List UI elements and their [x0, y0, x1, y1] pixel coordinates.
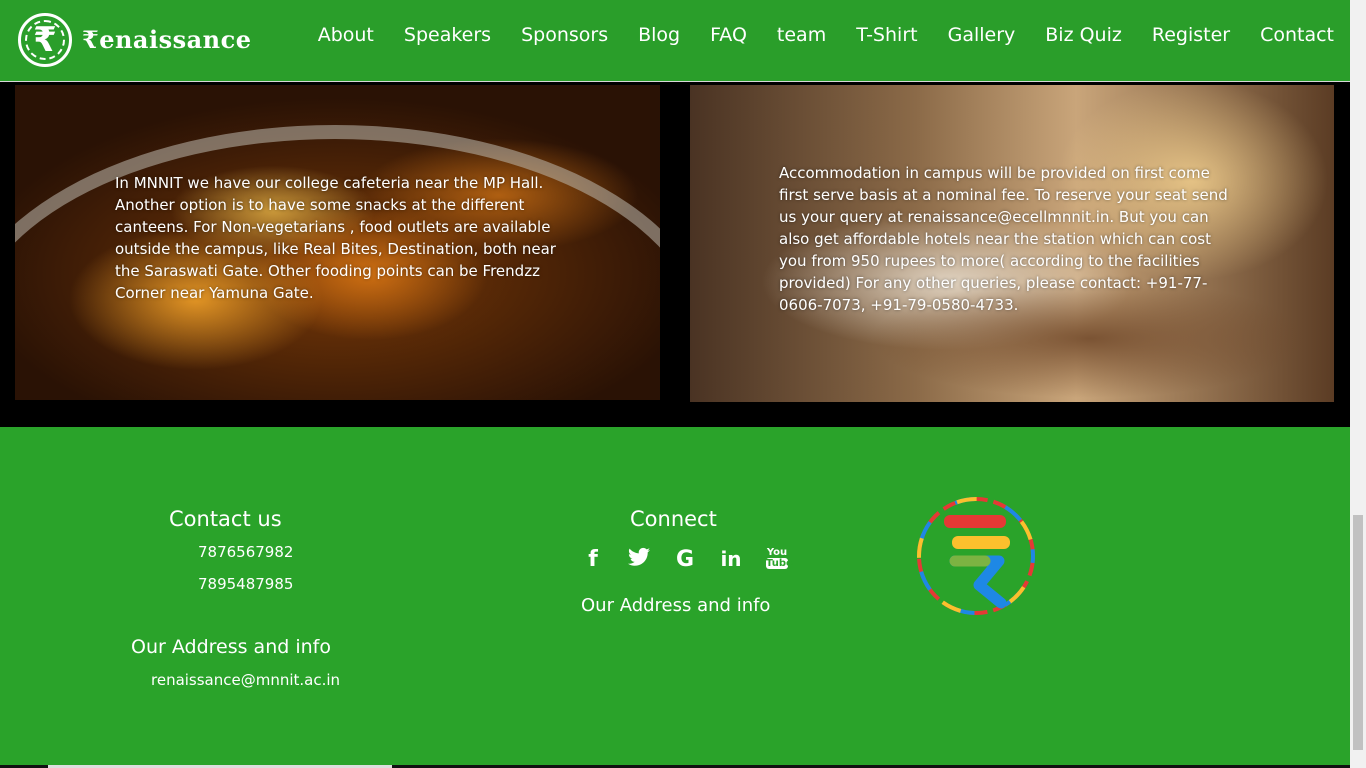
- brand-logo-icon: [917, 497, 1035, 615]
- facebook-icon[interactable]: f: [570, 547, 616, 573]
- nav-tshirt[interactable]: T-Shirt: [856, 24, 917, 46]
- food-panel: In MNNIT we have our college cafeteria n…: [15, 85, 660, 400]
- nav-faq[interactable]: FAQ: [710, 24, 747, 46]
- connect-subheading: Our Address and info: [581, 595, 771, 616]
- page-scrollbar[interactable]: [1350, 0, 1366, 768]
- top-navbar: ₹ ₹enaissance About Speakers Sponsors Bl…: [0, 0, 1350, 82]
- nav-about[interactable]: About: [318, 24, 374, 46]
- nav-contact[interactable]: Contact: [1260, 24, 1334, 46]
- logo-text: ₹enaissance: [82, 25, 252, 54]
- nav-blog[interactable]: Blog: [638, 24, 680, 46]
- food-info-text: In MNNIT we have our college cafeteria n…: [115, 174, 556, 302]
- contact-email[interactable]: renaissance@mnnit.ac.in: [151, 671, 340, 689]
- site-logo[interactable]: ₹ ₹enaissance: [18, 13, 251, 73]
- address-heading: Our Address and info: [131, 636, 331, 658]
- connect-heading: Connect: [630, 507, 717, 531]
- youtube-label-top: You: [766, 547, 788, 558]
- linkedin-icon[interactable]: in: [708, 547, 754, 573]
- nav-register[interactable]: Register: [1152, 24, 1230, 46]
- nav-gallery[interactable]: Gallery: [948, 24, 1016, 46]
- contact-phone-1[interactable]: 7876567982: [198, 543, 293, 561]
- youtube-icon[interactable]: You Tube: [754, 547, 800, 573]
- info-section: In MNNIT we have our college cafeteria n…: [0, 82, 1350, 427]
- youtube-label-bottom: Tube: [766, 558, 793, 569]
- main-nav: About Speakers Sponsors Blog FAQ team T-…: [288, 24, 1334, 46]
- nav-biz-quiz[interactable]: Biz Quiz: [1045, 24, 1122, 46]
- scrollbar-thumb[interactable]: [1353, 515, 1363, 750]
- contact-heading: Contact us: [169, 507, 282, 531]
- logo-rupee-glyph: ₹: [33, 20, 57, 60]
- accommodation-info-text: Accommodation in campus will be provided…: [779, 164, 1228, 314]
- accommodation-panel: Accommodation in campus will be provided…: [690, 85, 1334, 402]
- nav-team[interactable]: team: [777, 24, 826, 46]
- nav-speakers[interactable]: Speakers: [404, 24, 491, 46]
- footer: Contact us 7876567982 7895487985 Our Add…: [0, 427, 1350, 768]
- contact-phone-2[interactable]: 7895487985: [198, 575, 293, 593]
- twitter-icon[interactable]: [616, 547, 662, 573]
- social-links: f G in You Tube: [570, 547, 800, 573]
- google-icon[interactable]: G: [662, 547, 708, 573]
- nav-sponsors[interactable]: Sponsors: [521, 24, 608, 46]
